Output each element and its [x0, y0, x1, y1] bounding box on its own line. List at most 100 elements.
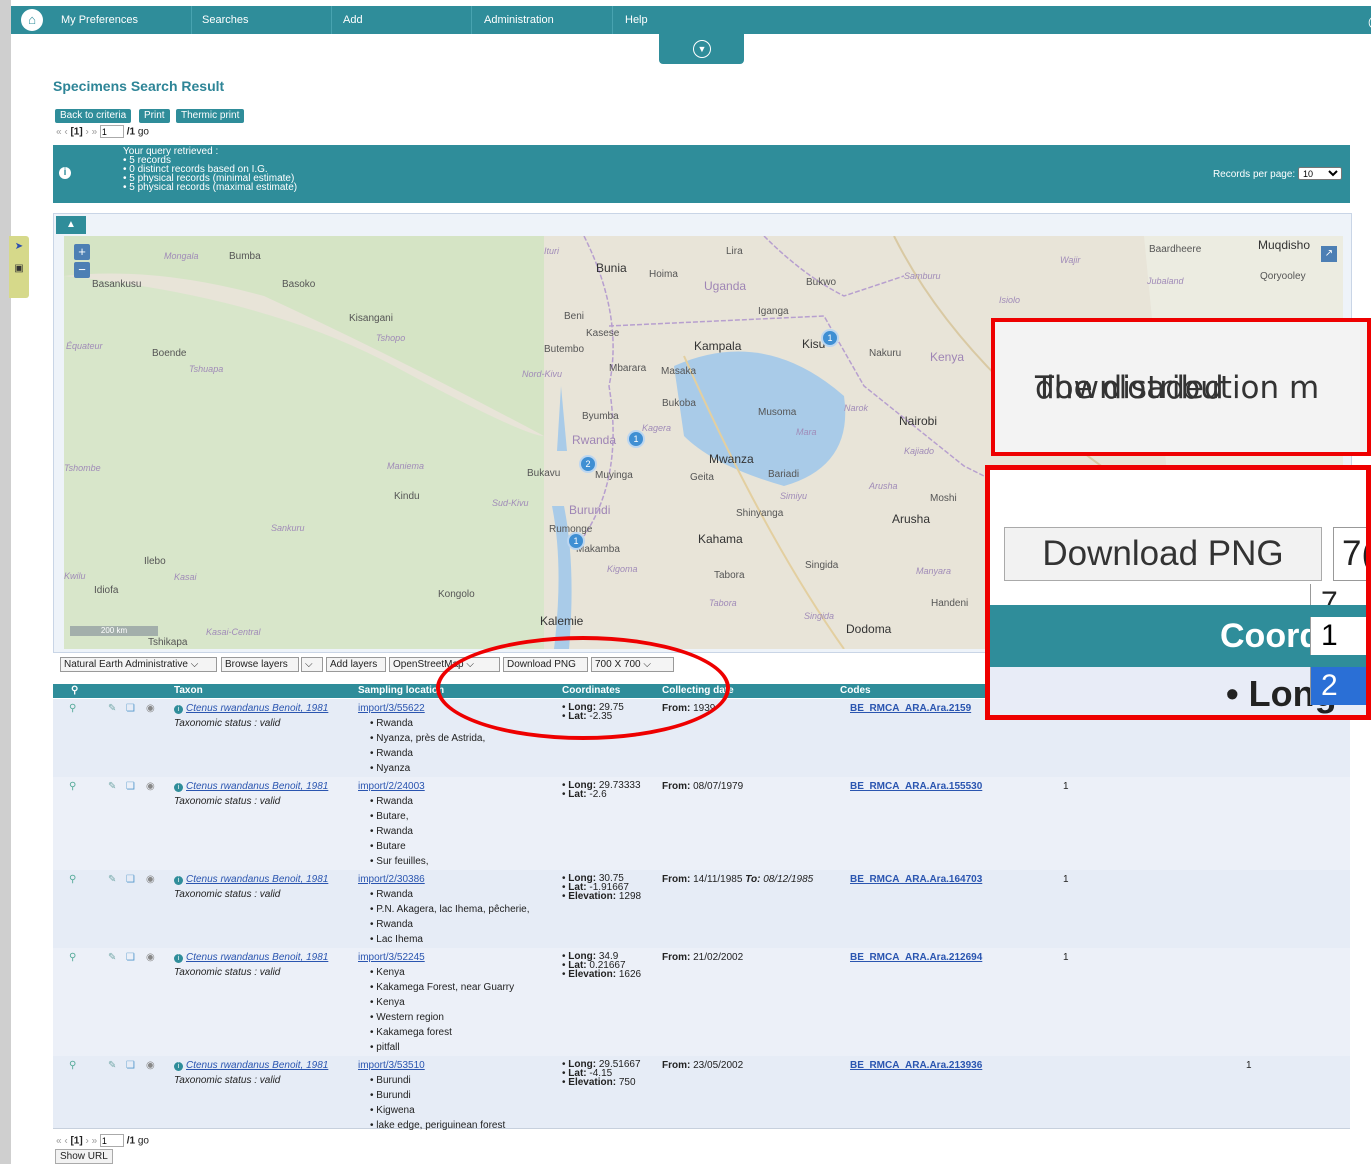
- code-link[interactable]: BE_RMCA_ARA.Ara.164703: [850, 874, 982, 885]
- code-cell: BE_RMCA_ARA.Ara.212694: [850, 950, 982, 965]
- eye-icon[interactable]: ◉: [146, 872, 155, 887]
- col-sampling-location[interactable]: Sampling location: [358, 685, 444, 696]
- info-icon[interactable]: i: [174, 876, 183, 885]
- view-icon[interactable]: ⚲: [69, 950, 76, 965]
- code-link[interactable]: BE_RMCA_ARA.Ara.213936: [850, 1060, 982, 1071]
- home-icon[interactable]: ⌂: [21, 9, 43, 31]
- date-cell: From: 23/05/2002: [662, 1058, 743, 1073]
- nav-my-preferences[interactable]: My Preferences: [61, 14, 138, 26]
- eye-icon[interactable]: ◉: [146, 1058, 155, 1073]
- pager-prev[interactable]: « ‹: [56, 1136, 68, 1147]
- print-button[interactable]: Print: [139, 109, 170, 123]
- browse-layers-button[interactable]: Browse layers: [221, 657, 299, 672]
- taxonomic-status: Taxonomic status : valid: [174, 889, 281, 900]
- map-label: Shinyanga: [736, 508, 784, 519]
- col-codes[interactable]: Codes: [840, 685, 871, 696]
- edit-icon[interactable]: ✎: [108, 779, 116, 794]
- page-input[interactable]: [99, 1134, 124, 1147]
- duplicate-icon[interactable]: ❏: [126, 701, 135, 716]
- info-icon[interactable]: i: [174, 954, 183, 963]
- edit-icon[interactable]: ✎: [108, 701, 116, 716]
- duplicate-icon[interactable]: ❏: [126, 950, 135, 965]
- layer-select[interactable]: Natural Earth Administrative ⌵: [60, 657, 217, 672]
- nav-add[interactable]: Add: [343, 14, 363, 26]
- info-icon[interactable]: i: [174, 783, 183, 792]
- layers-dropdown[interactable]: ⌵: [301, 657, 323, 672]
- elevation-label: Elevation:: [568, 1077, 617, 1088]
- eye-icon[interactable]: ◉: [146, 779, 155, 794]
- taxon-link[interactable]: Ctenus rwandanus Benoit, 1981: [186, 952, 328, 963]
- map-label: Hoima: [649, 269, 678, 280]
- map-marker[interactable]: 1: [627, 430, 645, 448]
- fullscreen-icon[interactable]: ↗: [1321, 246, 1337, 262]
- pager-prev[interactable]: « ‹: [56, 127, 68, 138]
- inset-download-png-button[interactable]: Download PNG: [1004, 527, 1322, 581]
- info-icon[interactable]: i: [174, 705, 183, 714]
- edit-icon[interactable]: ✎: [108, 1058, 116, 1073]
- location-link[interactable]: import/2/24003: [358, 781, 425, 792]
- location-link[interactable]: import/3/53510: [358, 1060, 425, 1071]
- map-label: Bariadi: [768, 469, 800, 480]
- map-label: Beni: [564, 311, 585, 322]
- zoom-in-button[interactable]: +: [74, 244, 90, 260]
- pager-bottom: « ‹ [1] › » /1 go: [56, 1134, 149, 1147]
- duplicate-icon[interactable]: ❏: [126, 1058, 135, 1073]
- back-to-criteria-button[interactable]: Back to criteria: [55, 109, 132, 123]
- location-item: Kigwena: [370, 1103, 505, 1118]
- nav-administration[interactable]: Administration: [484, 14, 554, 26]
- edit-icon[interactable]: ✎: [108, 950, 116, 965]
- view-icon[interactable]: ⚲: [69, 779, 76, 794]
- col-taxon[interactable]: Taxon: [174, 685, 203, 696]
- pager-next[interactable]: › »: [85, 1136, 97, 1147]
- info-icon[interactable]: i: [174, 1062, 183, 1071]
- nav-expand-tab[interactable]: ▼: [659, 34, 744, 64]
- duplicate-icon[interactable]: ❏: [126, 872, 135, 887]
- taxon-link[interactable]: Ctenus rwandanus Benoit, 1981: [186, 703, 328, 714]
- map-marker[interactable]: 1: [567, 532, 585, 550]
- search-icon: ⚲: [71, 685, 79, 696]
- inset-size-select[interactable]: 7(: [1333, 527, 1366, 581]
- map-label: Kongolo: [438, 589, 475, 600]
- map-marker[interactable]: 2: [579, 455, 597, 473]
- coord-elevation: • Elevation: 1626: [562, 969, 642, 980]
- eye-icon[interactable]: ◉: [146, 701, 155, 716]
- map-label: Basankusu: [92, 279, 142, 290]
- pager-next[interactable]: › »: [85, 127, 97, 138]
- inset-option[interactable]: 1: [1310, 617, 1366, 655]
- thermic-print-button[interactable]: Thermic print: [176, 109, 245, 123]
- view-icon[interactable]: ⚲: [69, 701, 76, 716]
- taxonomic-status: Taxonomic status : valid: [174, 796, 281, 807]
- location-link[interactable]: import/3/52245: [358, 952, 425, 963]
- nav-help[interactable]: Help: [625, 14, 648, 26]
- taxon-link[interactable]: Ctenus rwandanus Benoit, 1981: [186, 781, 328, 792]
- map-marker[interactable]: 1: [821, 329, 839, 347]
- eye-icon[interactable]: ◉: [146, 950, 155, 965]
- code-link[interactable]: BE_RMCA_ARA.Ara.2159: [850, 703, 971, 714]
- taxon-link[interactable]: Ctenus rwandanus Benoit, 1981: [186, 874, 328, 885]
- code-link[interactable]: BE_RMCA_ARA.Ara.155530: [850, 781, 982, 792]
- location-link[interactable]: import/3/55622: [358, 703, 425, 714]
- nav-searches[interactable]: Searches: [202, 14, 248, 26]
- location-link[interactable]: import/2/30386: [358, 874, 425, 885]
- collapse-map-button[interactable]: ▲: [56, 216, 86, 234]
- pager-go[interactable]: go: [138, 1136, 149, 1147]
- view-icon[interactable]: ⚲: [69, 1058, 76, 1073]
- add-layers-button[interactable]: Add layers: [326, 657, 386, 672]
- duplicate-icon[interactable]: ❏: [126, 779, 135, 794]
- arrow-icon[interactable]: ➤: [9, 236, 29, 258]
- show-url-button[interactable]: Show URL: [55, 1149, 113, 1164]
- zoom-out-button[interactable]: −: [74, 262, 90, 278]
- coordinates-cell: • Long: 34.9 • Lat: 0.21667 • Elevation: …: [562, 952, 642, 980]
- inset-option-selected[interactable]: 2: [1310, 667, 1366, 705]
- taxon-link[interactable]: Ctenus rwandanus Benoit, 1981: [186, 1060, 328, 1071]
- nav-separator: [471, 6, 472, 34]
- code-link[interactable]: BE_RMCA_ARA.Ara.212694: [850, 952, 982, 963]
- pager-go[interactable]: go: [138, 127, 149, 138]
- page-input[interactable]: [99, 125, 124, 138]
- view-icon[interactable]: ⚲: [69, 872, 76, 887]
- records-per-page-select[interactable]: 10: [1298, 167, 1342, 180]
- map-label: Singida: [805, 560, 839, 571]
- save-icon[interactable]: ▣: [9, 258, 29, 280]
- edit-icon[interactable]: ✎: [108, 872, 116, 887]
- table-row: ⚲ ✎ ❏ ◉ i Ctenus rwandanus Benoit, 1981 T…: [53, 948, 1350, 1057]
